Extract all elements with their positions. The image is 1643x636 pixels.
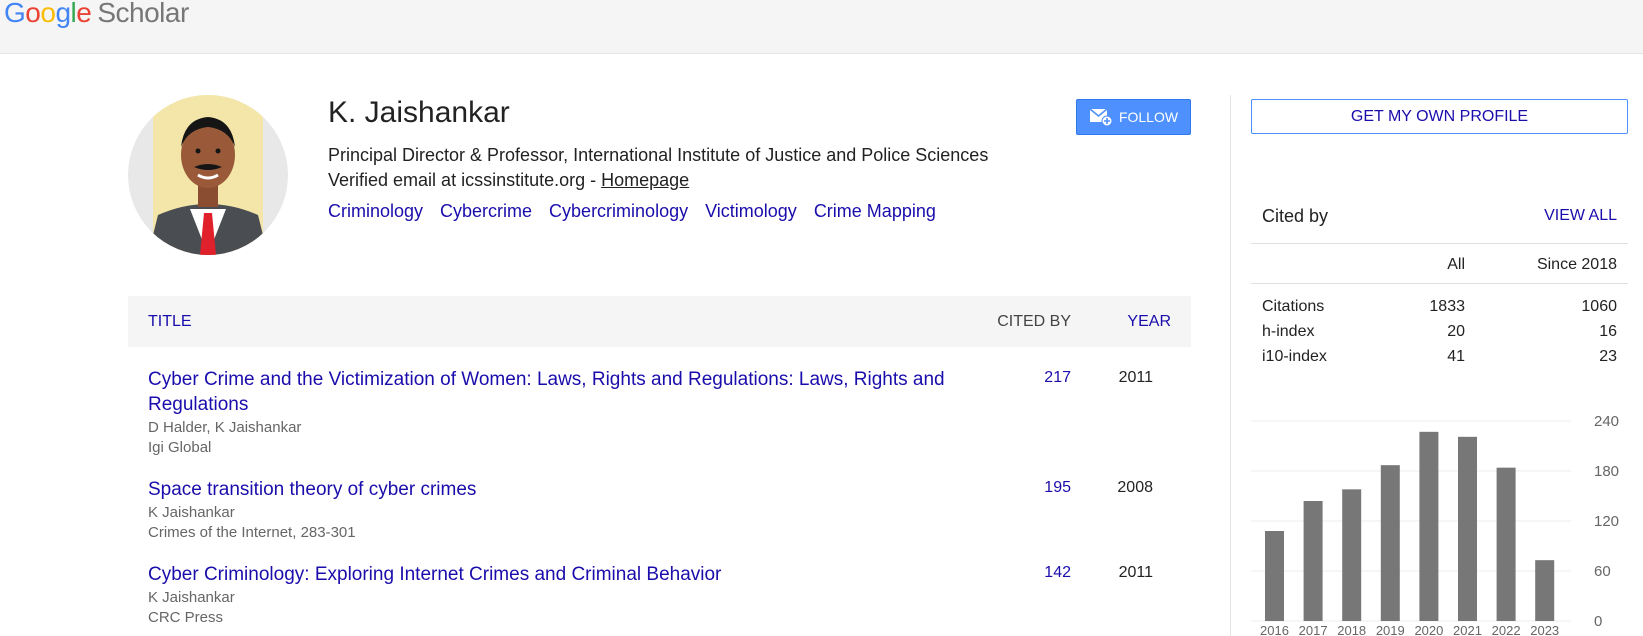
x-tick-label: 2021 — [1453, 623, 1482, 636]
article-venue: Igi Global — [148, 439, 212, 456]
article-authors: K Jaishankar — [148, 504, 235, 521]
logo-letter: G — [4, 0, 26, 28]
logo-letter: g — [55, 0, 71, 28]
all-column-header: All — [1447, 256, 1465, 273]
article-cited-count[interactable]: 142 — [1044, 564, 1071, 582]
article-year: 2008 — [1117, 479, 1153, 496]
interest-link[interactable]: Criminology — [328, 201, 423, 221]
y-tick-label: 120 — [1594, 513, 1619, 530]
avatar — [128, 95, 288, 255]
since-column-header: Since 2018 — [1536, 256, 1617, 273]
google-scholar-logo[interactable]: Google Scholar — [4, 0, 189, 29]
get-my-own-profile-button[interactable]: GET MY OWN PROFILE — [1251, 99, 1628, 134]
profile-email: Verified email at icssinstitute.org - Ho… — [328, 170, 689, 191]
citation-stat-row: i10-index 41 23 — [1262, 348, 1618, 368]
profile-photo-icon — [148, 95, 268, 255]
y-tick-label: 0 — [1594, 613, 1602, 630]
homepage-link[interactable]: Homepage — [601, 170, 689, 190]
cited-by-heading: Cited by — [1262, 206, 1329, 226]
article-venue: CRC Press — [148, 609, 224, 626]
stat-label: i10-index — [1262, 348, 1327, 365]
research-interests: Criminology Cybercrime Cybercriminology Vic… — [328, 201, 953, 222]
stat-label: Citations — [1262, 298, 1325, 315]
article-year: 2011 — [1118, 564, 1153, 581]
email-text: Verified email at icssinstitute.org - — [328, 170, 602, 190]
stat-since: 1060 — [1581, 298, 1617, 315]
stat-since: 16 — [1599, 323, 1617, 340]
x-tick-label: 2022 — [1492, 623, 1521, 636]
citation-stat-row: h-index 20 16 — [1262, 323, 1618, 343]
stat-since: 23 — [1599, 348, 1617, 365]
article-cited-count[interactable]: 195 — [1044, 479, 1071, 497]
y-tick-label: 240 — [1594, 413, 1619, 430]
interest-link[interactable]: Victimology — [705, 201, 797, 221]
follow-label: FOLLOW — [1118, 109, 1179, 125]
chart-bar[interactable] — [1380, 465, 1400, 621]
interest-link[interactable]: Cybercrime — [440, 201, 532, 221]
logo-letter: o — [25, 0, 41, 28]
profile-name: K. Jaishankar — [328, 96, 510, 129]
x-tick-label: 2023 — [1530, 623, 1559, 636]
article-title-link[interactable]: Cyber Crime and the Victimization of Wom… — [148, 367, 948, 417]
top-bar: Google Scholar — [0, 0, 1643, 54]
article-year: 2011 — [1118, 369, 1153, 386]
x-tick-label: 2016 — [1260, 623, 1289, 636]
divider — [1251, 283, 1628, 284]
article-cited-count[interactable]: 217 — [1044, 369, 1071, 387]
stat-all: 1833 — [1429, 298, 1465, 315]
citation-stat-row: Citations 1833 1060 — [1262, 298, 1618, 318]
chart-bar[interactable] — [1342, 489, 1362, 621]
stat-all: 20 — [1447, 323, 1465, 340]
y-tick-label: 60 — [1594, 563, 1611, 580]
follow-button[interactable]: FOLLOW — [1076, 99, 1191, 135]
stat-label: h-index — [1262, 323, 1315, 340]
chart-bar[interactable] — [1458, 436, 1477, 621]
chart-bar[interactable] — [1419, 431, 1439, 621]
x-tick-label: 2017 — [1299, 623, 1328, 636]
chart-bar[interactable] — [1496, 467, 1516, 621]
x-tick-label: 2019 — [1376, 623, 1405, 636]
article-authors: D Halder, K Jaishankar — [148, 419, 302, 436]
column-divider — [1230, 95, 1231, 636]
article-title-link[interactable]: Cyber Criminology: Exploring Internet Cr… — [148, 562, 948, 587]
mail-plus-icon — [1089, 108, 1113, 127]
year-column-header[interactable]: YEAR — [1127, 313, 1171, 331]
logo-letter: e — [76, 0, 92, 28]
profile-affiliation: Principal Director & Professor, Internat… — [328, 145, 989, 165]
chart-bar[interactable] — [1535, 560, 1555, 621]
divider — [1251, 243, 1628, 244]
title-column-header[interactable]: TITLE — [148, 313, 192, 331]
article-authors: K Jaishankar — [148, 589, 235, 606]
interest-link[interactable]: Crime Mapping — [814, 201, 936, 221]
article-title-link[interactable]: Space transition theory of cyber crimes — [148, 477, 948, 502]
article-venue: Crimes of the Internet, 283-301 — [148, 524, 356, 541]
citations-per-year-chart: 0 60 120 180 240 2016 2017 2018 2019 2020 2021 2022… — [1251, 413, 1619, 636]
logo-suffix: Scholar — [97, 0, 189, 28]
interest-link[interactable]: Cybercriminology — [549, 201, 688, 221]
cited-by-column-header[interactable]: CITED BY — [997, 313, 1071, 331]
view-all-link[interactable]: VIEW ALL — [1544, 207, 1617, 225]
chart-bar[interactable] — [1303, 501, 1323, 621]
articles-table-header: TITLE CITED BY YEAR — [128, 296, 1191, 347]
y-tick-label: 180 — [1594, 463, 1619, 480]
x-tick-label: 2020 — [1414, 623, 1443, 636]
chart-bar[interactable] — [1265, 531, 1284, 621]
logo-letter: o — [40, 0, 56, 28]
x-tick-label: 2018 — [1337, 623, 1366, 636]
stat-all: 41 — [1447, 348, 1465, 365]
